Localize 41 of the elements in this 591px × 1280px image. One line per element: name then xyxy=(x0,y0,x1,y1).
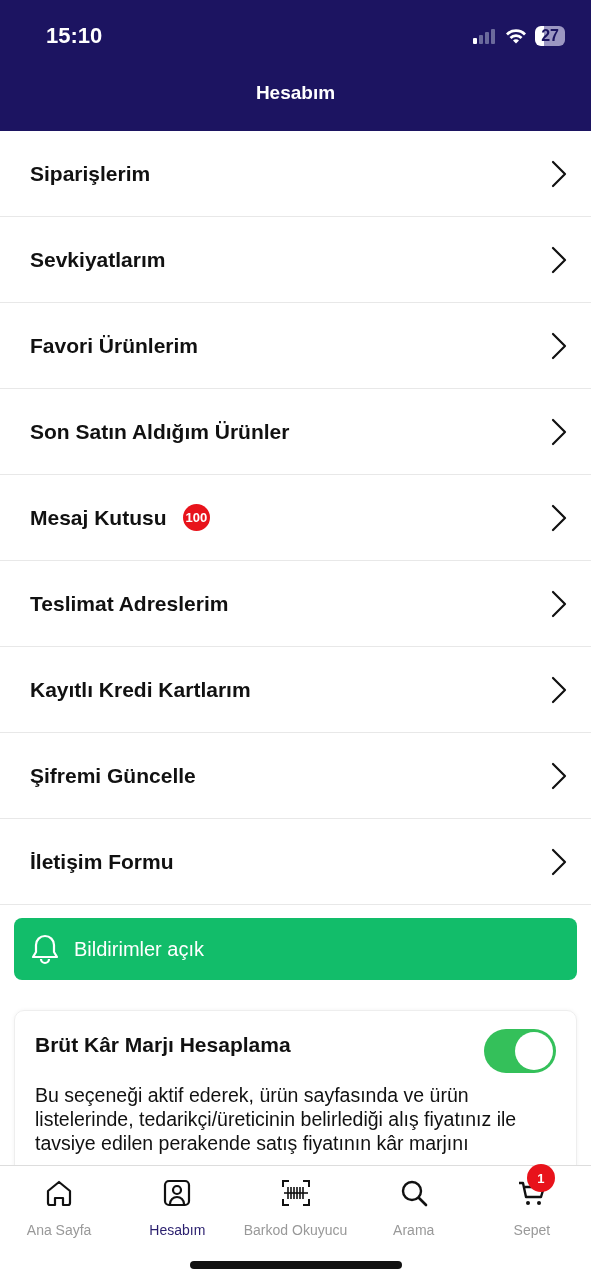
menu-item[interactable]: Sevkiyatlarım xyxy=(0,217,591,303)
menu-label: Teslimat Adreslerim xyxy=(30,591,229,616)
chevron-right-icon xyxy=(551,245,567,274)
menu-item[interactable]: Şifremi Güncelle xyxy=(0,733,591,819)
toggle-switch[interactable] xyxy=(484,1029,556,1073)
tab-item[interactable]: 1 Sepet xyxy=(472,1166,591,1280)
chevron-right-icon xyxy=(551,503,567,532)
setting-description: Bu seçeneği aktif ederek, ürün sayfasında ve ürün listelerinde, tedarikçi/üreticinin belirlediği alış fiyatınız ile tavsiye edilen perakende satış fiyatının kâr marjını xyxy=(35,1083,518,1155)
menu-label: Şifremi Güncelle xyxy=(30,763,196,788)
chevron-right-icon xyxy=(551,589,567,618)
menu-item[interactable]: İletişim Formu xyxy=(0,819,591,905)
chevron-right-icon xyxy=(551,675,567,704)
menu-label: Kayıtlı Kredi Kartlarım xyxy=(30,677,251,702)
menu-item[interactable]: Mesaj Kutusu 100 xyxy=(0,475,591,561)
tab-item[interactable]: Hesabım xyxy=(118,1166,237,1280)
menu-label: Mesaj Kutusu xyxy=(30,505,167,530)
signal-icon xyxy=(473,28,498,44)
menu-item[interactable]: Kayıtlı Kredi Kartlarım xyxy=(0,647,591,733)
cart-badge: 1 xyxy=(526,1164,555,1192)
menu-item[interactable]: Teslimat Adreslerim xyxy=(0,561,591,647)
chevron-right-icon xyxy=(551,417,567,446)
status-time: 15:10 xyxy=(46,23,103,49)
page-title: Hesabım xyxy=(254,82,337,104)
chevron-right-icon xyxy=(551,159,567,188)
menu-label: Sevkiyatlarım xyxy=(30,247,166,272)
bell-icon xyxy=(30,933,60,965)
chevron-right-icon xyxy=(551,331,567,360)
menu-label: Favori Ürünlerim xyxy=(30,333,199,358)
user-icon xyxy=(162,1178,193,1208)
menu-item[interactable]: Siparişlerim xyxy=(0,131,591,217)
menu-item[interactable]: Favori Ürünlerim xyxy=(0,303,591,389)
count-badge: 100 xyxy=(182,504,211,531)
wifi-icon xyxy=(505,28,528,44)
barcode-icon xyxy=(280,1178,311,1208)
setting-title: Brüt Kâr Marjı Hesaplama xyxy=(35,1032,291,1057)
chevron-right-icon xyxy=(551,761,567,790)
menu-item[interactable]: Son Satın Aldığım Ürünler xyxy=(0,389,591,475)
menu-label: İletişim Formu xyxy=(30,849,174,874)
menu-label: Son Satın Aldığım Ürünler xyxy=(30,419,290,444)
menu-label: Siparişlerim xyxy=(30,161,151,186)
chevron-right-icon xyxy=(551,847,567,876)
